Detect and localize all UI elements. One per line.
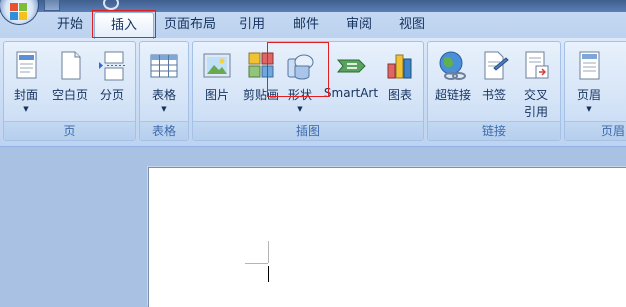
tab-home[interactable]: 开始 [50,12,90,38]
text-cursor [268,266,269,282]
tab-mailings[interactable]: 邮件 [286,12,326,38]
chart-icon [384,50,416,82]
group-pages: 封面 ▼ 空白页 分页 页 [3,41,136,141]
tab-references[interactable]: 引用 [232,12,272,38]
group-illustrations-label: 插图 [193,121,423,140]
table-button[interactable]: 表格 ▼ [144,50,184,113]
picture-button[interactable]: 图片 [197,50,237,103]
document-area [0,147,626,307]
cross-reference-label: 交叉 [523,88,548,102]
chevron-down-icon: ▼ [23,105,29,113]
cross-reference-label-line2: 引用 [523,105,548,119]
table-label: 表格 [151,88,176,102]
chevron-down-icon: ▼ [161,105,167,113]
blank-page-icon [54,50,86,82]
blank-page-button[interactable]: 空白页 [48,50,92,103]
smartart-label: SmartArt [323,86,379,100]
chevron-down-icon: ▼ [586,105,592,113]
group-header-footer: 页眉 ▼ 页眉 [564,41,626,141]
insert-tab-highlight-box [92,10,156,38]
smartart-button[interactable]: SmartArt [323,50,379,100]
group-links: 超链接 书签 交叉 引用 链接 [427,41,561,141]
page-break-label: 分页 [99,88,124,102]
bookmark-label: 书签 [481,88,506,102]
page-break-button[interactable]: 分页 [94,50,130,103]
bookmark-icon [478,50,510,82]
document-page[interactable] [148,167,626,307]
group-tables-label: 表格 [140,121,188,140]
cross-reference-icon [520,50,552,82]
picture-icon [201,50,233,82]
quick-access-undo-button[interactable] [44,0,60,11]
margin-corner-mark [245,263,268,264]
group-pages-label: 页 [4,121,135,140]
group-links-label: 链接 [428,121,560,140]
header-icon [573,50,605,82]
table-icon [148,50,180,82]
cover-page-label: 封面 [13,88,38,102]
cover-page-icon [10,50,42,82]
group-header-footer-label: 页眉 [565,121,626,140]
shapes-highlight-box [267,42,329,97]
tab-view[interactable]: 视图 [392,12,432,38]
tab-review[interactable]: 审阅 [339,12,379,38]
picture-label: 图片 [204,88,229,102]
header-label: 页眉 [576,88,601,102]
chart-label: 图表 [387,88,412,102]
chart-button[interactable]: 图表 [381,50,419,103]
group-tables: 表格 ▼ 表格 [139,41,189,141]
chevron-down-icon: ▼ [297,105,303,113]
cover-page-button[interactable]: 封面 ▼ [8,50,44,113]
blank-page-label: 空白页 [51,88,88,102]
hyperlink-icon [437,50,469,82]
hyperlink-label: 超链接 [434,88,471,102]
office-logo-icon [10,3,28,21]
bookmark-button[interactable]: 书签 [476,50,512,103]
cross-reference-button[interactable]: 交叉 引用 [516,50,556,120]
page-break-icon [96,50,128,82]
smartart-icon [335,50,367,82]
hyperlink-button[interactable]: 超链接 [432,50,474,103]
header-button[interactable]: 页眉 ▼ [569,50,609,113]
margin-corner-mark-vertical [268,241,269,263]
tab-page-layout[interactable]: 页面布局 [160,12,220,38]
